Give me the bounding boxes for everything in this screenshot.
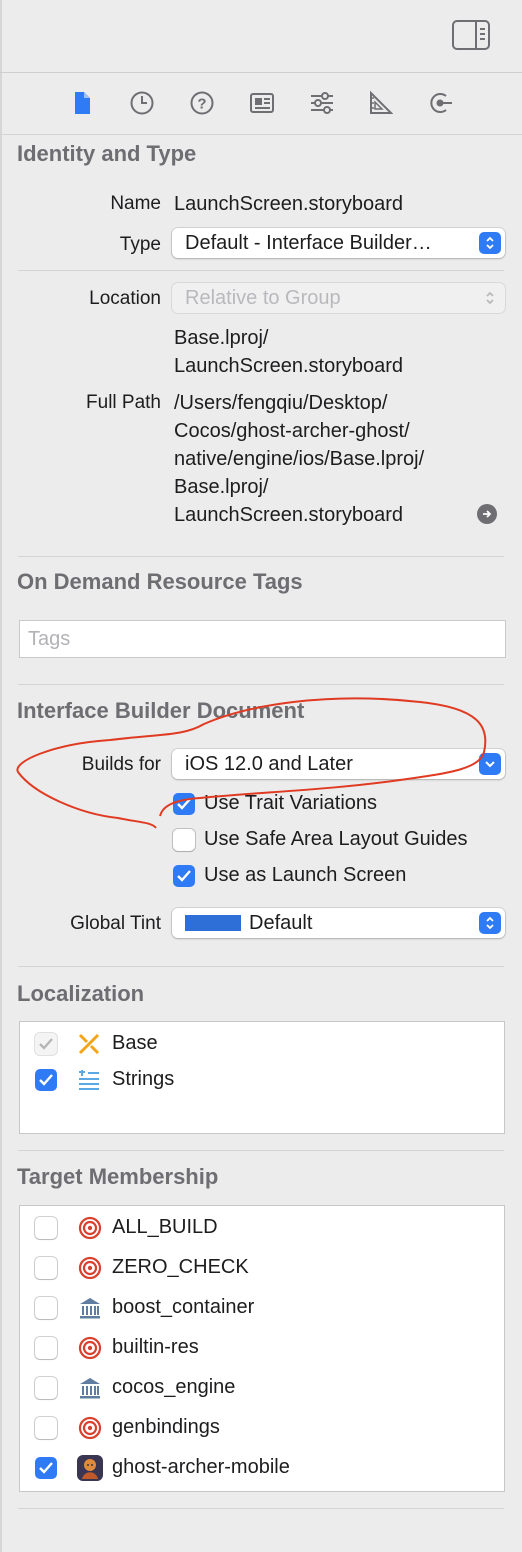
location-popup-value: Relative to Group xyxy=(185,287,341,309)
location-path-line: Base.lproj/ xyxy=(174,327,269,349)
file-inspector-icon[interactable] xyxy=(66,86,98,120)
full-path-line: LaunchScreen.storyboard xyxy=(174,504,404,526)
full-path-line: Base.lproj/ xyxy=(174,476,269,498)
tint-color-swatch xyxy=(185,915,241,931)
builtin-res-checkbox[interactable] xyxy=(35,1337,57,1359)
global-tint-popup[interactable]: Default xyxy=(172,908,505,938)
boost-container-checkbox[interactable] xyxy=(35,1297,57,1319)
strings-icon xyxy=(77,1068,101,1092)
reveal-in-finder-arrow-icon[interactable] xyxy=(477,504,497,524)
use-as-launch-screen-checkbox[interactable] xyxy=(173,865,195,887)
base-checkbox[interactable] xyxy=(35,1033,57,1055)
target-item-boost-container: boost_container xyxy=(112,1296,255,1318)
full-path-line: Cocos/ghost-archer-ghost/ xyxy=(174,420,410,442)
name-value: LaunchScreen.storyboard xyxy=(174,193,404,215)
type-label: Type xyxy=(119,234,161,255)
separator xyxy=(18,1150,504,1151)
target-item-ghost-archer-mobile: ghost-archer-mobile xyxy=(112,1456,290,1478)
toolbar-separator xyxy=(0,72,522,73)
global-tint-value: Default xyxy=(249,912,313,934)
target-item-all-build: ALL_BUILD xyxy=(112,1216,218,1238)
popup-stepper-icon xyxy=(479,912,501,934)
library-icon xyxy=(78,1296,102,1326)
popup-stepper-icon xyxy=(479,232,501,254)
separator xyxy=(18,966,504,967)
location-label: Location xyxy=(89,288,161,309)
inspector-tab-bar: ? xyxy=(0,86,522,122)
svg-text:?: ? xyxy=(197,96,206,113)
tags-input[interactable]: Tags xyxy=(19,620,506,658)
full-path-label: Full Path xyxy=(86,392,161,413)
location-path: Base.lproj/ LaunchScreen.storyboard xyxy=(174,324,403,380)
target-icon xyxy=(78,1256,102,1286)
odr-section-title: On Demand Resource Tags xyxy=(17,569,303,594)
app-icon xyxy=(77,1455,103,1487)
type-popup-value: Default - Interface Builder… xyxy=(185,232,432,254)
full-path-value: /Users/fengqiu/Desktop/ Cocos/ghost-arch… xyxy=(174,389,424,529)
genbindings-checkbox[interactable] xyxy=(35,1417,57,1439)
ghost-archer-mobile-checkbox[interactable] xyxy=(35,1457,57,1479)
red-annotation-circle xyxy=(16,697,487,829)
library-icon xyxy=(78,1376,102,1406)
target-item-zero-check: ZERO_CHECK xyxy=(112,1256,249,1278)
identity-section-title: Identity and Type xyxy=(17,141,197,166)
connections-icon[interactable] xyxy=(424,86,456,120)
full-path-line: /Users/fengqiu/Desktop/ xyxy=(174,392,388,414)
identity-icon[interactable] xyxy=(246,86,278,120)
localization-section-title: Localization xyxy=(17,981,145,1006)
location-path-line: LaunchScreen.storyboard xyxy=(174,355,404,377)
target-item-genbindings: genbindings xyxy=(112,1416,220,1438)
tab-separator xyxy=(0,134,522,135)
strings-checkbox[interactable] xyxy=(35,1069,57,1091)
global-tint-label: Global Tint xyxy=(70,913,161,934)
history-icon[interactable] xyxy=(126,86,158,120)
name-label: Name xyxy=(110,193,161,214)
separator xyxy=(18,556,504,557)
target-icon xyxy=(78,1216,102,1246)
cocos-engine-checkbox[interactable] xyxy=(35,1377,57,1399)
target-item-builtin-res: builtin-res xyxy=(112,1336,199,1358)
base-localization-icon xyxy=(77,1032,101,1056)
localization-item-base: Base xyxy=(112,1032,158,1054)
separator xyxy=(18,684,504,685)
size-icon[interactable] xyxy=(364,86,396,120)
target-icon xyxy=(78,1416,102,1446)
target-item-cocos-engine: cocos_engine xyxy=(112,1376,236,1398)
location-popup[interactable]: Relative to Group xyxy=(172,283,505,313)
popup-stepper-icon xyxy=(479,287,501,309)
all-build-checkbox[interactable] xyxy=(35,1217,57,1239)
zero-check-checkbox[interactable] xyxy=(35,1257,57,1279)
attributes-icon[interactable] xyxy=(306,86,338,120)
targets-section-title: Target Membership xyxy=(17,1164,219,1189)
sidebar-right-icon[interactable] xyxy=(452,20,490,50)
help-icon[interactable]: ? xyxy=(186,86,218,120)
use-as-launch-screen-label: Use as Launch Screen xyxy=(204,864,407,886)
target-icon xyxy=(78,1336,102,1366)
localization-item-strings: Strings xyxy=(112,1068,175,1090)
full-path-line: native/engine/ios/Base.lproj/ xyxy=(174,448,425,470)
separator xyxy=(18,270,504,271)
type-popup[interactable]: Default - Interface Builder… xyxy=(172,228,505,258)
separator xyxy=(18,1508,504,1509)
